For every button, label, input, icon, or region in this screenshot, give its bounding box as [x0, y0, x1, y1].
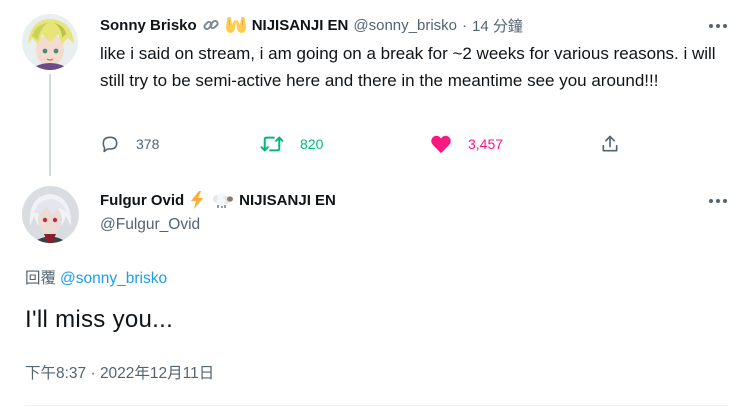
reply-count: 378 — [136, 136, 160, 152]
more-options-button[interactable] — [706, 16, 730, 36]
avatar-image — [22, 186, 79, 243]
replying-to: 回覆 @sonny_brisko — [25, 266, 167, 288]
more-options-button[interactable] — [706, 191, 730, 211]
more-dots-icon — [709, 199, 727, 203]
sheep-emoji-icon — [210, 191, 234, 209]
replying-to-handle-link[interactable]: @sonny_brisko — [60, 270, 167, 287]
reply-button[interactable]: 378 — [100, 131, 159, 157]
author-handle[interactable]: @Fulgur_Ovid — [100, 216, 200, 234]
author-handle[interactable]: @sonny_brisko — [353, 17, 457, 34]
retweet-button[interactable]: 820 — [260, 131, 323, 157]
author-display-name[interactable]: Sonny Brisko — [100, 17, 197, 34]
author-affiliation: NIJISANJI EN — [239, 191, 336, 209]
tweet-thread: Sonny Brisko NIJISANJI EN @sonny_brisko … — [0, 0, 756, 411]
like-count: 3,457 — [468, 136, 504, 152]
avatar-image — [22, 14, 78, 70]
avatar-sonny[interactable] — [22, 14, 78, 70]
open-hands-emoji-icon — [225, 16, 247, 34]
tweet-timestamp[interactable]: 下午8:37 · 2022年12月11日 — [25, 361, 214, 383]
tweet-actions-bar: 378 820 3,457 — [100, 131, 640, 157]
tweet-header: Fulgur Ovid NIJISANJI EN — [100, 190, 336, 210]
like-button[interactable]: 3,457 — [430, 131, 503, 157]
retweet-count: 820 — [300, 136, 324, 152]
parent-tweet-header: Sonny Brisko NIJISANJI EN @sonny_brisko … — [100, 15, 523, 35]
heart-icon — [431, 135, 451, 154]
thread-connector-line — [49, 74, 51, 176]
avatar-fulgur[interactable] — [22, 186, 79, 243]
share-icon — [602, 135, 618, 152]
author-affiliation: NIJISANJI EN — [251, 16, 349, 34]
divider — [25, 405, 728, 406]
link-emoji-icon — [202, 16, 220, 34]
lightning-emoji-icon — [189, 191, 205, 209]
reply-icon — [102, 136, 118, 153]
retweet-icon — [260, 136, 284, 152]
more-dots-icon — [709, 24, 727, 28]
replying-to-label: 回覆 — [25, 270, 57, 287]
author-display-name[interactable]: Fulgur Ovid — [100, 192, 184, 209]
tweet-time-ago[interactable]: 14 分鐘 — [472, 15, 523, 36]
share-button[interactable] — [600, 131, 620, 157]
tweet-text: I'll miss you... — [25, 306, 174, 333]
separator-dot: · — [462, 16, 467, 34]
parent-tweet-text: like i said on stream, i am going on a b… — [100, 44, 716, 90]
